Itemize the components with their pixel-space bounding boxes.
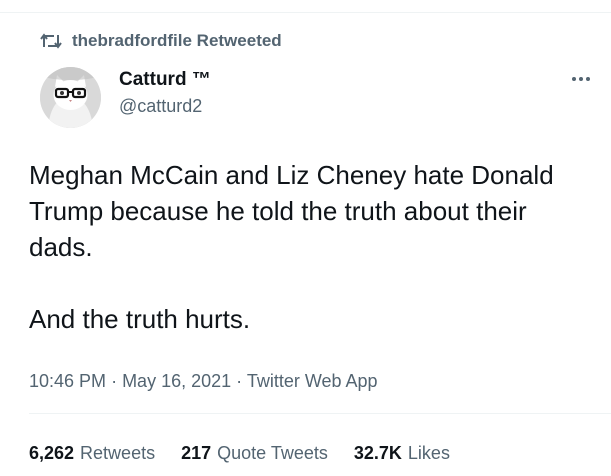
likes-count: 32.7K (353, 443, 402, 463)
author-handle[interactable]: @catturd2 (119, 96, 202, 117)
author-display-name[interactable]: Catturd ™ (119, 69, 211, 91)
stats-divider (29, 413, 611, 414)
retweet-icon (40, 32, 62, 50)
tweet-paragraph-2: And the truth hurts. (29, 304, 251, 334)
cat-avatar-image (40, 67, 101, 128)
top-divider (0, 12, 611, 13)
tweet-meta: 10:46 PM · May 16, 2021 · Twitter Web Ap… (29, 371, 378, 392)
tweet-paragraph-1: Meghan McCain and Liz Cheney hate Donald… (29, 160, 554, 262)
likes-label: Likes (407, 443, 450, 463)
tweet-date[interactable]: May 16, 2021 (122, 371, 231, 391)
meta-separator: · (236, 371, 247, 391)
meta-separator: · (111, 371, 123, 391)
quote-tweets-count: 217 (181, 443, 212, 463)
tweet-time[interactable]: 10:46 PM (29, 371, 106, 391)
retweets-count: 6,262 (29, 443, 75, 463)
retweet-context[interactable]: thebradfordfile Retweeted (40, 30, 282, 52)
retweet-context-text: thebradfordfile Retweeted (72, 31, 282, 50)
tweet-stats: 6,262 Retweets 217 Quote Tweets 32.7K Li… (29, 443, 476, 464)
avatar[interactable] (40, 67, 101, 128)
tweet-page: thebradfordfile Retweeted Catturd ™ @cat… (0, 0, 611, 476)
quote-tweets-label: Quote Tweets (217, 443, 328, 463)
quote-tweets-stat[interactable]: 217 Quote Tweets (181, 443, 328, 464)
tweet-text: Meghan McCain and Liz Cheney hate Donald… (29, 157, 589, 337)
retweets-label: Retweets (80, 443, 156, 463)
tweet-source[interactable]: Twitter Web App (247, 371, 378, 391)
likes-stat[interactable]: 32.7K Likes (354, 443, 450, 464)
retweets-stat[interactable]: 6,262 Retweets (29, 443, 155, 464)
more-horizontal-icon[interactable] (570, 72, 592, 84)
